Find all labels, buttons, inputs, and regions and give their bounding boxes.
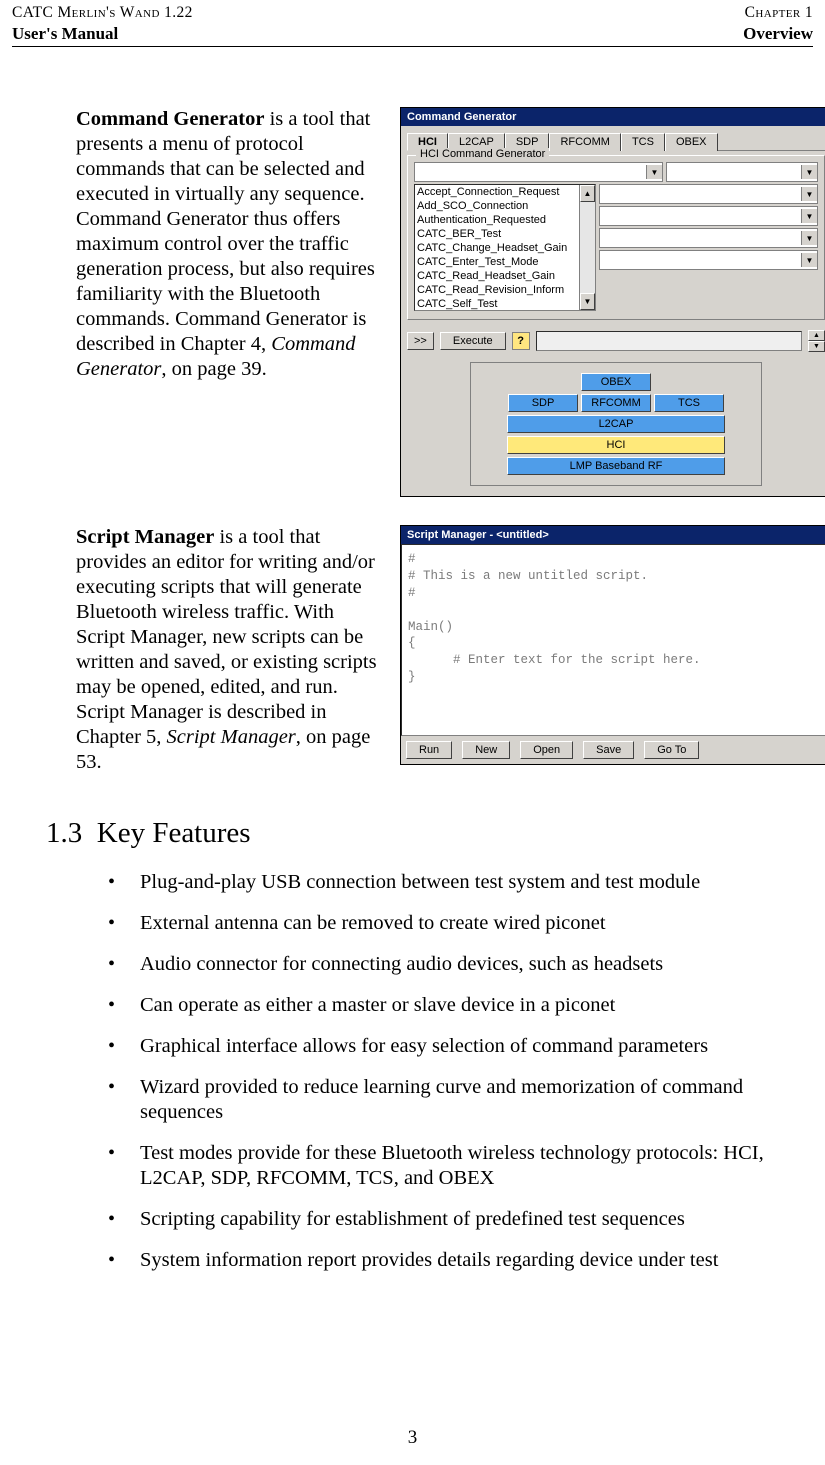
script-manager-toolbar: Run New Open Save Go To: [401, 736, 825, 764]
list-item: Audio connector for connecting audio dev…: [136, 952, 813, 977]
section-number: 1.3: [46, 817, 82, 849]
tab-obex[interactable]: OBEX: [665, 133, 718, 151]
list-item: Plug-and-play USB connection between tes…: [136, 870, 813, 895]
command-generator-titlebar: Command Generator: [401, 108, 825, 126]
scrollbar[interactable]: ▲ ▼: [579, 185, 595, 310]
stack-sdp[interactable]: SDP: [508, 394, 578, 412]
chevron-down-icon: ▼: [801, 209, 817, 223]
para2-em: Script Manager: [167, 726, 296, 748]
page: CATC Merlin's Wand 1.22 User's Manual Ch…: [0, 0, 825, 1465]
stack-rfcomm[interactable]: RFCOMM: [581, 394, 651, 412]
list-item[interactable]: CATC_Enter_Test_Mode: [415, 255, 595, 269]
list-item: Graphical interface allows for easy sele…: [136, 1034, 813, 1059]
hci-command-generator-group: HCI Command Generator ▼ ▼: [407, 155, 825, 320]
list-item[interactable]: CATC_Self_Test: [415, 297, 595, 311]
expand-button[interactable]: >>: [407, 332, 434, 350]
script-manager-window: Script Manager - <untitled> # # This is …: [400, 525, 825, 765]
list-item: System information report provides detai…: [136, 1248, 813, 1273]
param-dropdown-5[interactable]: ▼: [599, 250, 818, 270]
stack-hci[interactable]: HCI: [507, 436, 725, 454]
list-item: Can operate as either a master or slave …: [136, 993, 813, 1018]
body-area: Command Generator is a tool that present…: [12, 107, 813, 1273]
command-generator-body: HCI L2CAP SDP RFCOMM TCS OBEX HCI Comman…: [401, 126, 825, 496]
param-dropdown-3[interactable]: ▼: [599, 206, 818, 226]
list-item: Wizard provided to reduce learning curve…: [136, 1075, 813, 1125]
stack-baseband[interactable]: LMP Baseband RF: [507, 457, 725, 475]
help-icon[interactable]: ?: [512, 332, 530, 350]
key-features-list: Plug-and-play USB connection between tes…: [76, 870, 813, 1273]
new-button[interactable]: New: [462, 741, 510, 759]
stack-l2cap[interactable]: L2CAP: [507, 415, 725, 433]
header-right-bottom: Overview: [743, 24, 813, 44]
protocol-stack: OBEX SDP RFCOMM TCS L2CAP HCI LMP Baseba…: [470, 362, 762, 486]
script-manager-titlebar: Script Manager - <untitled>: [401, 526, 825, 544]
group-label: HCI Command Generator: [416, 148, 549, 160]
para1-strong: Command Generator: [76, 108, 264, 130]
list-item[interactable]: CATC_Read_Headset_Gain: [415, 269, 595, 283]
list-item[interactable]: CATC_Change_Headset_Gain: [415, 241, 595, 255]
chevron-down-icon: ▼: [801, 165, 817, 179]
tab-tcs[interactable]: TCS: [621, 133, 665, 151]
row-command-generator: Command Generator is a tool that present…: [76, 107, 813, 525]
section-title: Key Features: [97, 817, 251, 849]
open-button[interactable]: Open: [520, 741, 573, 759]
chevron-down-icon: ▼: [801, 187, 817, 201]
header-left-bottom: User's Manual: [12, 24, 193, 44]
spinner[interactable]: ▲ ▼: [808, 330, 825, 352]
chevron-down-icon: ▼: [646, 165, 662, 179]
para1-t1: is a tool that presents a menu of protoc…: [76, 108, 375, 355]
tab-rfcomm[interactable]: RFCOMM: [549, 133, 621, 151]
stack-obex[interactable]: OBEX: [581, 373, 651, 391]
list-item[interactable]: Add_SCO_Connection: [415, 199, 595, 213]
para1-t2: , on page 39.: [161, 358, 266, 380]
scroll-down-icon[interactable]: ▼: [580, 293, 595, 310]
row-script-manager: Script Manager is a tool that provides a…: [76, 525, 813, 793]
figure-command-generator: Command Generator HCI L2CAP SDP RFCOMM T…: [400, 107, 825, 525]
command-listbox[interactable]: Accept_Connection_Request Add_SCO_Connec…: [414, 184, 596, 311]
stack-tcs[interactable]: TCS: [654, 394, 724, 412]
figure-script-manager: Script Manager - <untitled> # # This is …: [400, 525, 825, 793]
page-number: 3: [0, 1427, 825, 1449]
command-generator-toolbar: >> Execute ? ▲ ▼: [407, 326, 825, 356]
list-item: Scripting capability for establishment o…: [136, 1207, 813, 1232]
param-dropdown-2[interactable]: ▼: [599, 184, 818, 204]
chevron-down-icon: ▼: [801, 253, 817, 267]
spin-up-icon[interactable]: ▲: [808, 330, 825, 341]
list-item[interactable]: Accept_Connection_Request: [415, 185, 595, 199]
spin-down-icon[interactable]: ▼: [808, 341, 825, 352]
header-left-top: CATC Merlin's Wand 1.22: [12, 4, 193, 22]
header-left: CATC Merlin's Wand 1.22 User's Manual: [12, 4, 193, 44]
list-item: Test modes provide for these Bluetooth w…: [136, 1141, 813, 1191]
list-item: External antenna can be removed to creat…: [136, 911, 813, 936]
status-field: [536, 331, 802, 351]
para2-t1: is a tool that provides an editor for wr…: [76, 526, 377, 748]
chevron-down-icon: ▼: [801, 231, 817, 245]
list-item[interactable]: Authentication_Requested: [415, 213, 595, 227]
goto-button[interactable]: Go To: [644, 741, 699, 759]
header-right: Chapter 1 Overview: [743, 4, 813, 44]
page-header: CATC Merlin's Wand 1.22 User's Manual Ch…: [12, 0, 813, 47]
save-button[interactable]: Save: [583, 741, 634, 759]
scroll-up-icon[interactable]: ▲: [580, 185, 595, 202]
list-item[interactable]: CATC_BER_Test: [415, 227, 595, 241]
param-dropdown-1[interactable]: ▼: [666, 162, 818, 182]
command-generator-window: Command Generator HCI L2CAP SDP RFCOMM T…: [400, 107, 825, 497]
para2-strong: Script Manager: [76, 526, 214, 548]
param-dropdown-4[interactable]: ▼: [599, 228, 818, 248]
para-command-generator: Command Generator is a tool that present…: [76, 107, 386, 400]
run-button[interactable]: Run: [406, 741, 452, 759]
execute-button[interactable]: Execute: [440, 332, 506, 350]
script-editor[interactable]: # # This is a new untitled script. # Mai…: [401, 544, 825, 736]
command-dropdown-1[interactable]: ▼: [414, 162, 663, 182]
para-script-manager: Script Manager is a tool that provides a…: [76, 525, 386, 793]
header-right-top: Chapter 1: [743, 4, 813, 22]
list-item[interactable]: CATC_Read_Revision_Inform: [415, 283, 595, 297]
section-heading: 1.3 Key Features: [46, 817, 813, 850]
